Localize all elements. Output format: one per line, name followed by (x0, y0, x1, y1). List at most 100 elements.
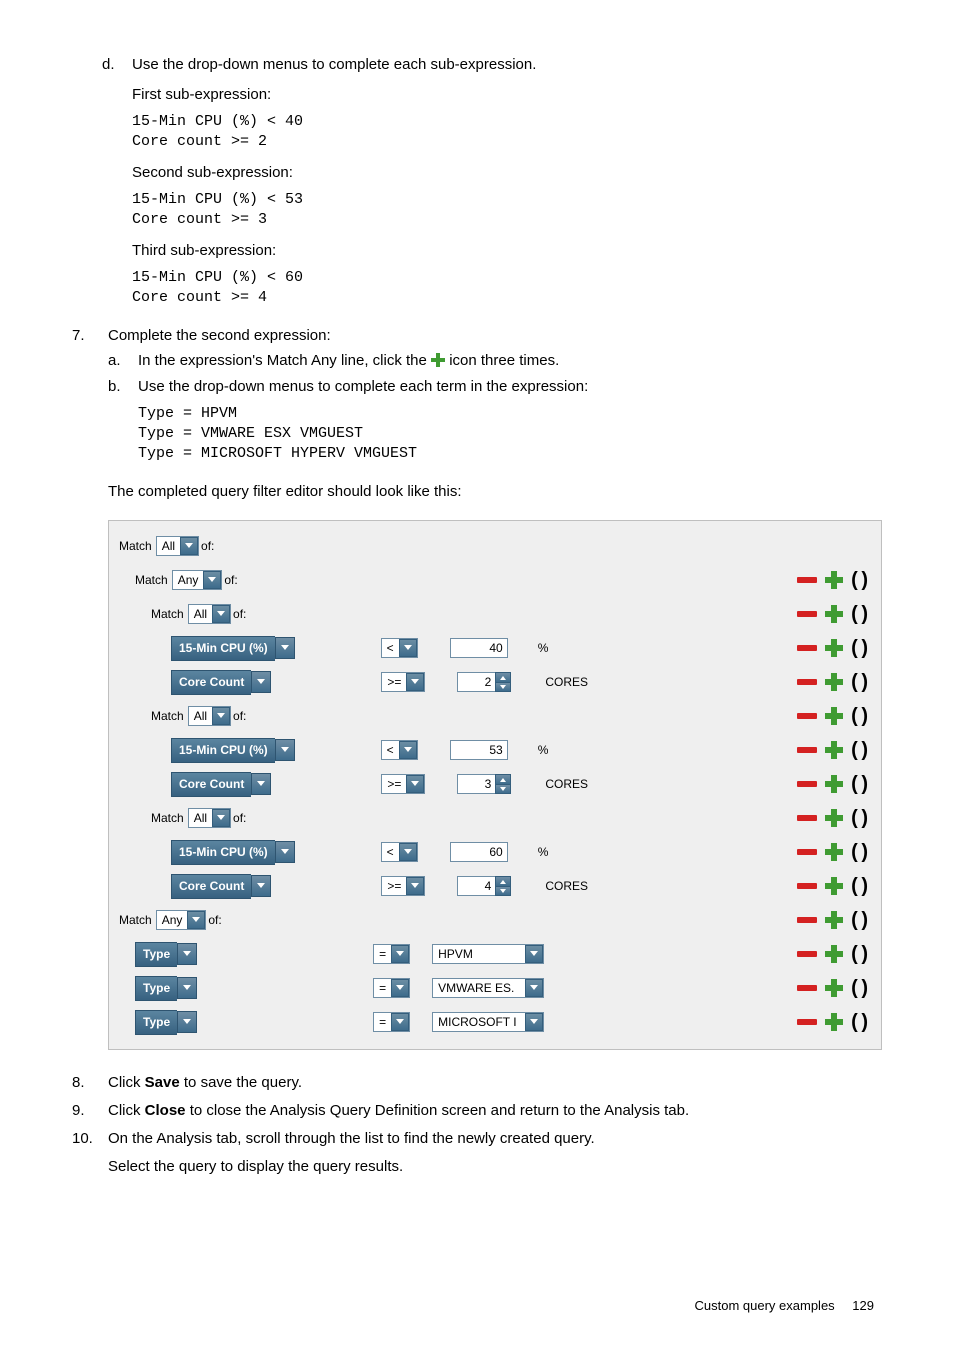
value-spinner[interactable]: 2 (457, 672, 511, 692)
remove-icon[interactable] (797, 815, 817, 821)
group-icon[interactable]: ( ) (851, 906, 867, 935)
value-input[interactable]: 60 (450, 842, 508, 862)
group-icon[interactable]: ( ) (851, 838, 867, 867)
operator-dropdown[interactable]: >= (381, 672, 425, 692)
operator-dropdown[interactable]: = (373, 978, 410, 998)
spinner-down-icon[interactable] (496, 887, 510, 896)
spinner-down-icon[interactable] (496, 683, 510, 692)
add-icon[interactable] (825, 707, 843, 725)
chevron-down-icon[interactable] (251, 875, 271, 897)
match-dropdown[interactable]: All (156, 536, 199, 556)
chevron-down-icon[interactable] (203, 571, 221, 589)
metric-dropdown[interactable]: Type (135, 977, 197, 999)
metric-dropdown[interactable]: Type (135, 1011, 197, 1033)
remove-icon[interactable] (797, 985, 817, 991)
remove-icon[interactable] (797, 645, 817, 651)
chevron-down-icon[interactable] (180, 537, 198, 555)
group-icon[interactable]: ( ) (851, 770, 867, 799)
chevron-down-icon[interactable] (177, 977, 197, 999)
match-dropdown[interactable]: Any (172, 570, 223, 590)
spinner-up-icon[interactable] (496, 877, 510, 887)
remove-icon[interactable] (797, 679, 817, 685)
group-icon[interactable]: ( ) (851, 600, 867, 629)
metric-dropdown[interactable]: 15-Min CPU (%) (171, 637, 295, 659)
add-icon[interactable] (825, 945, 843, 963)
chevron-down-icon[interactable] (406, 673, 424, 691)
match-dropdown[interactable]: All (188, 706, 231, 726)
add-icon[interactable] (825, 979, 843, 997)
chevron-down-icon[interactable] (399, 741, 417, 759)
remove-icon[interactable] (797, 883, 817, 889)
spinner-up-icon[interactable] (496, 775, 510, 785)
chevron-down-icon[interactable] (525, 979, 543, 997)
chevron-down-icon[interactable] (406, 877, 424, 895)
group-icon[interactable]: ( ) (851, 736, 867, 765)
chevron-down-icon[interactable] (212, 707, 230, 725)
group-icon[interactable]: ( ) (851, 974, 867, 1003)
operator-dropdown[interactable]: < (381, 740, 418, 760)
spinner-down-icon[interactable] (496, 785, 510, 794)
chevron-down-icon[interactable] (391, 979, 409, 997)
add-icon[interactable] (825, 673, 843, 691)
add-icon[interactable] (825, 639, 843, 657)
operator-dropdown[interactable]: >= (381, 774, 425, 794)
chevron-down-icon[interactable] (406, 775, 424, 793)
value-dropdown[interactable]: HPVM (432, 944, 544, 964)
operator-dropdown[interactable]: < (381, 842, 418, 862)
chevron-down-icon[interactable] (525, 1013, 543, 1031)
add-icon[interactable] (825, 571, 843, 589)
chevron-down-icon[interactable] (275, 637, 295, 659)
remove-icon[interactable] (797, 951, 817, 957)
group-icon[interactable]: ( ) (851, 1008, 867, 1037)
metric-dropdown[interactable]: 15-Min CPU (%) (171, 841, 295, 863)
value-spinner[interactable]: 3 (457, 774, 511, 794)
operator-dropdown[interactable]: >= (381, 876, 425, 896)
operator-dropdown[interactable]: = (373, 1012, 410, 1032)
remove-icon[interactable] (797, 713, 817, 719)
add-icon[interactable] (825, 741, 843, 759)
remove-icon[interactable] (797, 611, 817, 617)
spinner-up-icon[interactable] (496, 673, 510, 683)
chevron-down-icon[interactable] (177, 1011, 197, 1033)
match-dropdown[interactable]: All (188, 808, 231, 828)
chevron-down-icon[interactable] (187, 911, 205, 929)
remove-icon[interactable] (797, 849, 817, 855)
chevron-down-icon[interactable] (399, 639, 417, 657)
add-icon[interactable] (825, 1013, 843, 1031)
match-dropdown[interactable]: All (188, 604, 231, 624)
group-icon[interactable]: ( ) (851, 668, 867, 697)
value-input[interactable]: 53 (450, 740, 508, 760)
group-icon[interactable]: ( ) (851, 872, 867, 901)
metric-dropdown[interactable]: Core Count (171, 875, 271, 897)
group-icon[interactable]: ( ) (851, 702, 867, 731)
group-icon[interactable]: ( ) (851, 566, 867, 595)
chevron-down-icon[interactable] (275, 739, 295, 761)
group-icon[interactable]: ( ) (851, 940, 867, 969)
add-icon[interactable] (825, 843, 843, 861)
operator-dropdown[interactable]: < (381, 638, 418, 658)
value-input[interactable]: 40 (450, 638, 508, 658)
chevron-down-icon[interactable] (275, 841, 295, 863)
value-dropdown[interactable]: MICROSOFT I (432, 1012, 544, 1032)
group-icon[interactable]: ( ) (851, 634, 867, 663)
operator-dropdown[interactable]: = (373, 944, 410, 964)
chevron-down-icon[interactable] (251, 671, 271, 693)
group-icon[interactable]: ( ) (851, 804, 867, 833)
chevron-down-icon[interactable] (251, 773, 271, 795)
chevron-down-icon[interactable] (399, 843, 417, 861)
chevron-down-icon[interactable] (391, 945, 409, 963)
add-icon[interactable] (825, 809, 843, 827)
match-dropdown[interactable]: Any (156, 910, 207, 930)
remove-icon[interactable] (797, 747, 817, 753)
metric-dropdown[interactable]: Core Count (171, 773, 271, 795)
chevron-down-icon[interactable] (212, 809, 230, 827)
chevron-down-icon[interactable] (212, 605, 230, 623)
remove-icon[interactable] (797, 917, 817, 923)
add-icon[interactable] (825, 911, 843, 929)
value-dropdown[interactable]: VMWARE ES. (432, 978, 544, 998)
metric-dropdown[interactable]: Core Count (171, 671, 271, 693)
chevron-down-icon[interactable] (391, 1013, 409, 1031)
add-icon[interactable] (825, 775, 843, 793)
add-icon[interactable] (825, 605, 843, 623)
remove-icon[interactable] (797, 1019, 817, 1025)
